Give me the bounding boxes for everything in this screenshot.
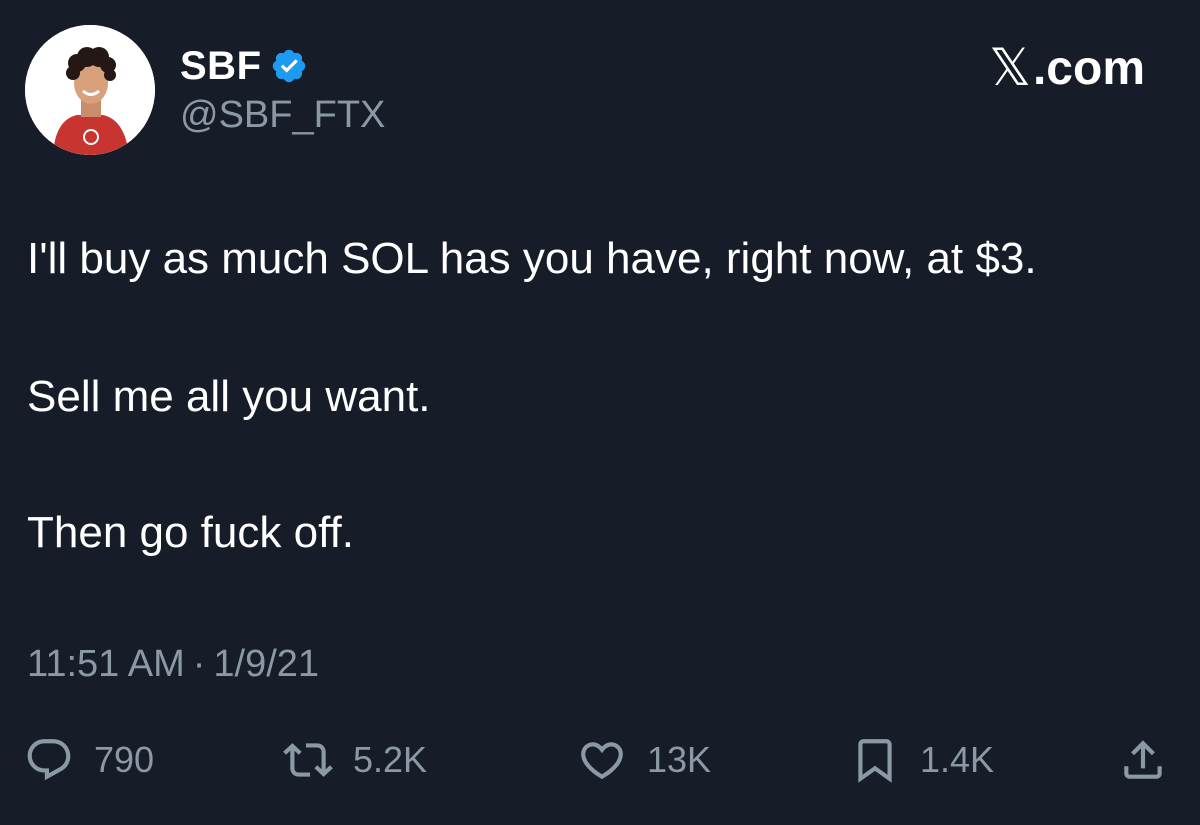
- tweet-text-line: Then go fuck off.: [27, 508, 354, 557]
- tweet-time: 11:51 AM: [27, 643, 185, 685]
- x-logo-icon: 𝕏: [989, 38, 1031, 98]
- reply-count: 790: [94, 739, 155, 780]
- tweet-date: 1/9/21: [213, 643, 320, 685]
- verified-badge-icon: [270, 47, 308, 85]
- bookmark-icon: [858, 739, 892, 783]
- avatar-portrait-icon: [25, 25, 155, 155]
- avatar[interactable]: [25, 25, 155, 155]
- bookmark-count: 1.4K: [920, 739, 995, 780]
- reply-button[interactable]: 790: [24, 735, 154, 785]
- like-count: 13K: [647, 739, 712, 780]
- tweet-text-line: Sell me all you want.: [27, 372, 431, 421]
- retweet-button[interactable]: 5.2K: [283, 735, 427, 785]
- reply-icon: [27, 739, 71, 781]
- author-handle[interactable]: @SBF_FTX: [180, 94, 385, 137]
- heart-icon: [581, 742, 623, 780]
- share-button[interactable]: [1118, 735, 1168, 785]
- author-name-row[interactable]: SBF: [180, 40, 308, 92]
- retweet-count: 5.2K: [353, 739, 428, 780]
- retweet-icon: [283, 743, 333, 777]
- tweet-card: SBF @SBF_FTX 𝕏 .com I'll buy as much SOL…: [0, 0, 1200, 825]
- share-icon: [1124, 740, 1162, 779]
- display-name[interactable]: SBF: [180, 44, 262, 89]
- brand-suffix: .com: [1032, 41, 1145, 95]
- bookmark-button[interactable]: 1.4K: [850, 735, 994, 785]
- tweet-text-line: I'll buy as much SOL has you have, right…: [27, 234, 1037, 283]
- brand-logo: 𝕏 .com: [989, 38, 1145, 98]
- like-button[interactable]: 13K: [577, 735, 711, 785]
- meta-separator: ·: [192, 643, 206, 685]
- tweet-timestamp[interactable]: 11:51 AM · 1/9/21: [27, 643, 319, 686]
